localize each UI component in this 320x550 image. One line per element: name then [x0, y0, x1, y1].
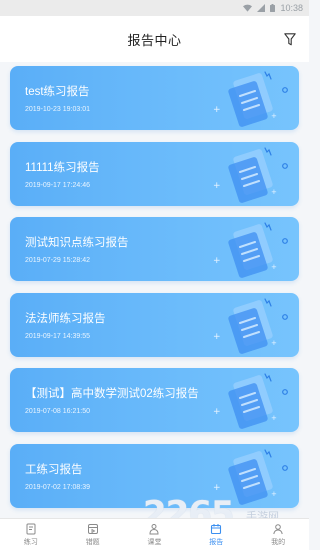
- wifi-icon: [243, 4, 253, 12]
- report-time: 2019-09-17 17:24:46: [25, 181, 90, 189]
- header: 报告中心: [0, 16, 309, 62]
- page-title: 报告中心: [127, 32, 182, 48]
- report-document-icon: + +: [203, 217, 295, 281]
- signal-icon: [257, 4, 266, 12]
- nav-label: 我的: [271, 538, 286, 546]
- report-card[interactable]: test练习报告 2019-10-23 19:03:01 + +: [10, 66, 299, 130]
- svg-text:+: +: [213, 105, 221, 115]
- nav-label: 练习: [23, 538, 38, 546]
- report-time: 2019-10-23 19:03:01: [25, 106, 90, 113]
- nav-label: 课堂: [147, 538, 162, 546]
- svg-text:+: +: [271, 263, 277, 271]
- report-card[interactable]: 法法师练习报告 2019-09-17 14:39:55 + +: [10, 292, 299, 357]
- svg-text:+: +: [213, 181, 221, 191]
- status-time: 10:38: [280, 3, 303, 13]
- report-title: test练习报告: [25, 86, 90, 98]
- svg-text:+: +: [213, 407, 221, 417]
- report-document-icon: + +: [203, 293, 295, 357]
- report-document-icon: + +: [203, 444, 295, 508]
- nav-item-mistakes[interactable]: 错题: [62, 519, 124, 550]
- report-title: 工练习报告: [25, 463, 83, 476]
- report-icon: [210, 523, 222, 535]
- report-time: 2019-07-02 17:08:39: [25, 483, 90, 491]
- report-time: 2019-07-29 15:28:42: [25, 257, 90, 264]
- nav-item-report[interactable]: 报告: [185, 519, 247, 550]
- svg-text:+: +: [213, 256, 221, 266]
- nav-item-classroom[interactable]: 课堂: [124, 519, 186, 550]
- report-card[interactable]: 工练习报告 2019-07-02 17:08:39 + +: [10, 443, 299, 508]
- report-time: 2019-09-17 14:39:55: [25, 332, 90, 340]
- report-list[interactable]: test练习报告 2019-10-23 19:03:01 + + 11111练习…: [0, 62, 309, 518]
- report-document-icon: + +: [203, 66, 295, 130]
- bottom-nav: 练习 错题 课堂 报告 我的: [0, 518, 309, 550]
- report-document-icon: + +: [203, 142, 295, 206]
- status-bar: 10:38: [0, 0, 309, 16]
- practice-icon: [25, 523, 37, 535]
- svg-text:+: +: [213, 483, 221, 493]
- filter-button[interactable]: [281, 30, 299, 48]
- report-card[interactable]: 测试知识点练习报告 2019-07-29 15:28:42 + +: [10, 217, 299, 281]
- svg-text:+: +: [271, 188, 277, 196]
- report-card[interactable]: 11111练习报告 2019-09-17 17:24:46 + +: [10, 141, 299, 206]
- nav-item-practice[interactable]: 练习: [0, 519, 62, 550]
- filter-icon: [284, 32, 296, 45]
- report-time: 2019-07-08 16:21:50: [25, 408, 90, 415]
- mistakes-icon: [87, 523, 99, 535]
- report-document-icon: + +: [203, 368, 295, 432]
- svg-text:+: +: [271, 339, 277, 347]
- nav-label: 报告: [209, 538, 224, 546]
- report-title: 【测试】高中数学测试02练习报告: [25, 388, 199, 400]
- report-card[interactable]: 【测试】高中数学测试02练习报告 2019-07-08 16:21:50 + +: [10, 368, 299, 432]
- report-title: 测试知识点练习报告: [25, 237, 129, 249]
- nav-label: 错题: [85, 538, 100, 546]
- svg-text:+: +: [213, 332, 221, 342]
- classroom-icon: [148, 523, 160, 535]
- report-title: 法法师练习报告: [25, 312, 106, 325]
- battery-icon: [270, 4, 276, 12]
- svg-text:+: +: [271, 414, 277, 422]
- profile-icon: [272, 523, 284, 535]
- svg-text:+: +: [271, 490, 277, 498]
- report-title: 11111练习报告: [25, 161, 100, 174]
- nav-item-profile[interactable]: 我的: [247, 519, 309, 550]
- svg-text:+: +: [271, 112, 277, 120]
